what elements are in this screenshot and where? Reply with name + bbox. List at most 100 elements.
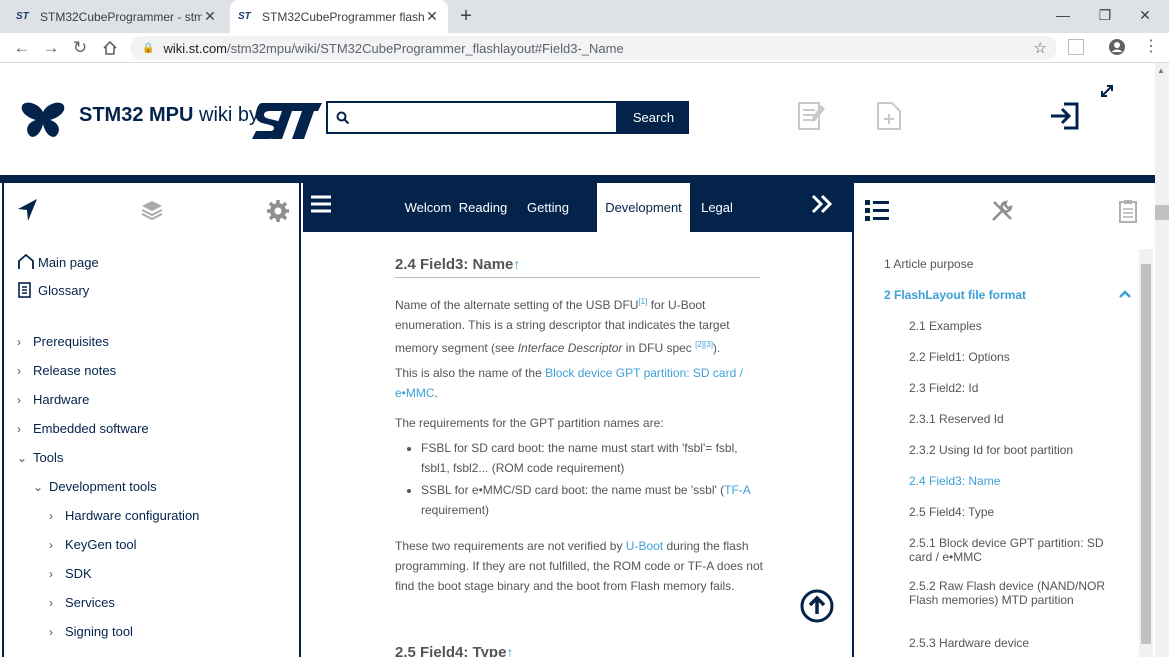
sidebar-item-signing-tool[interactable]: › Signing tool	[17, 617, 297, 646]
navigation-arrow-icon[interactable]	[17, 198, 39, 227]
scroll-up-arrow-icon[interactable]: ▲	[1157, 66, 1165, 75]
toc-item[interactable]: 2.1 Examples	[909, 319, 982, 333]
new-page-icon[interactable]	[876, 101, 902, 136]
center-tab-bar	[303, 183, 852, 232]
sidebar-item-hardware-configuration[interactable]: › Hardware configuration	[17, 501, 297, 530]
double-chevron-right-icon[interactable]	[811, 194, 833, 219]
list-toc-icon[interactable]	[865, 199, 889, 226]
home-icon	[18, 254, 34, 269]
login-icon[interactable]	[1050, 101, 1080, 136]
site-title[interactable]: STM32 MPU wiki by	[79, 104, 259, 127]
sidebar-item-release-notes[interactable]: › Release notes	[17, 356, 297, 385]
toc-scrollbar-thumb[interactable]	[1141, 264, 1151, 644]
layers-icon[interactable]	[140, 199, 164, 226]
toc-item-active-section[interactable]: 2 FlashLayout file format	[884, 288, 1026, 302]
search-input[interactable]	[326, 101, 618, 134]
tab-getting[interactable]: Getting	[520, 183, 576, 232]
text: requirement)	[421, 503, 490, 517]
scroll-to-top-button[interactable]	[799, 588, 835, 629]
list-item: SSBL for e•MMC/SD card boot: the name mu…	[421, 480, 763, 520]
close-tab-icon[interactable]: ✕	[424, 8, 440, 25]
chevron-right-icon: ›	[49, 537, 53, 552]
text: This is also the name of the	[395, 366, 546, 380]
toc-item[interactable]: 2.5 Field4: Type	[909, 505, 994, 519]
st-favicon-icon: ST	[238, 11, 251, 22]
sidebar-item-main-page[interactable]: Main page	[17, 253, 99, 271]
heading-anchor-arrow-icon[interactable]: ↑	[506, 644, 513, 657]
url-domain: wiki.st.com	[163, 40, 228, 56]
tf-a-link[interactable]: TF-A	[724, 483, 750, 497]
home-button[interactable]	[96, 33, 124, 63]
heading-anchor-arrow-icon[interactable]: ↑	[513, 256, 520, 272]
chevron-right-icon: ›	[49, 595, 53, 610]
hamburger-menu-icon[interactable]	[311, 195, 331, 218]
extension-icon[interactable]	[1068, 39, 1084, 55]
sidebar-item-tools[interactable]: ⌄ Tools	[17, 443, 297, 472]
sidebar-item-sdk[interactable]: › SDK	[17, 559, 297, 588]
sidebar-item-keygen-tool[interactable]: › KeyGen tool	[17, 530, 297, 559]
bookmark-star-icon[interactable]: ☆	[1034, 39, 1047, 57]
tools-icon[interactable]	[990, 199, 1014, 228]
list-item: FSBL for SD card boot: the name must sta…	[421, 438, 763, 478]
sidebar-item-label: KeyGen tool	[65, 537, 137, 552]
toc-item[interactable]: 2.2 Field1: Options	[909, 350, 1010, 364]
sidebar-item-hardware[interactable]: › Hardware	[17, 385, 297, 414]
toc-item[interactable]: 2.5.2 Raw Flash device (NAND/NOR Flash m…	[909, 579, 1124, 607]
butterfly-logo-icon[interactable]	[20, 100, 66, 145]
new-tab-button[interactable]: +	[455, 4, 477, 28]
reload-button[interactable]: ↻	[66, 33, 94, 63]
minimize-button[interactable]: —	[1040, 0, 1086, 30]
browser-tab[interactable]: ST STM32CubeProgrammer - stm32 ✕	[8, 0, 226, 33]
st-favicon-icon: ST	[16, 11, 29, 22]
u-boot-link[interactable]: U-Boot	[626, 539, 663, 553]
chevron-right-icon: ›	[49, 624, 53, 639]
tab-reading[interactable]: Reading	[456, 183, 510, 232]
menu-kebab-icon[interactable]: ⋮	[1143, 36, 1159, 56]
browser-tab-active[interactable]: ST STM32CubeProgrammer flashlay ✕	[230, 0, 448, 33]
toc-item[interactable]: 2.3.1 Reserved Id	[909, 412, 1004, 426]
toc-item-current[interactable]: 2.4 Field3: Name	[909, 474, 1000, 488]
toc-item[interactable]: 2.3.2 Using Id for boot partition	[909, 443, 1073, 457]
tab-title: STM32CubeProgrammer flashlay	[262, 9, 424, 24]
toc-item[interactable]: 1 Article purpose	[884, 257, 973, 271]
search-button[interactable]: Search	[618, 101, 689, 134]
page-scrollbar-thumb[interactable]	[1155, 205, 1169, 220]
edit-page-icon[interactable]	[797, 101, 827, 136]
window-close-button[interactable]: ✕	[1122, 0, 1168, 30]
fullscreen-icon[interactable]	[1100, 84, 1114, 103]
chevron-right-icon: ›	[17, 363, 21, 378]
gear-icon[interactable]	[266, 199, 290, 228]
tab-development[interactable]: Development	[597, 183, 690, 232]
account-icon[interactable]	[1108, 38, 1126, 61]
toc-item[interactable]: 2.3 Field2: Id	[909, 381, 978, 395]
sidebar-item-prerequisites[interactable]: › Prerequisites	[17, 327, 297, 356]
toc-item[interactable]: 2.5.3 Hardware device	[909, 636, 1029, 650]
address-bar[interactable]: 🔒 wiki.st.com/stm32mpu/wiki/STM32CubePro…	[130, 36, 1057, 60]
page-scrollbar[interactable]	[1155, 63, 1169, 657]
tab-welcome[interactable]: Welcom	[400, 183, 456, 232]
chevron-down-icon: ⌄	[17, 450, 28, 465]
chevron-right-icon: ›	[49, 508, 53, 523]
chevron-right-icon: ›	[17, 334, 21, 349]
tab-legal[interactable]: Legal	[694, 183, 740, 232]
toc-item[interactable]: 2.5.1 Block device GPT partition: SD car…	[909, 536, 1129, 564]
text: SSBL for e•MMC/SD card boot: the name mu…	[421, 483, 725, 497]
reference-link[interactable]: [2][3]	[695, 340, 713, 349]
sidebar-item-development-tools[interactable]: ⌄ Development tools	[17, 472, 297, 501]
sidebar-tree: › Prerequisites › Release notes › Hardware …	[17, 327, 297, 646]
sidebar-item-label: SDK	[65, 566, 92, 581]
text: These two requirements are not verified …	[395, 539, 626, 553]
sidebar-item-services[interactable]: › Services	[17, 588, 297, 617]
back-button[interactable]: ←	[8, 33, 36, 63]
clipboard-icon[interactable]	[1118, 199, 1138, 228]
paragraph-verification: These two requirements are not verified …	[395, 536, 763, 596]
sidebar-item-label: Hardware	[33, 392, 90, 407]
close-tab-icon[interactable]: ✕	[202, 8, 218, 25]
heading-text: 2.4 Field3: Name	[395, 256, 514, 273]
chevron-up-icon[interactable]	[1118, 286, 1132, 304]
sidebar-item-embedded-software[interactable]: › Embedded software	[17, 414, 297, 443]
url-path: /stm32mpu/wiki/STM32CubeProgrammer_flash…	[227, 40, 624, 56]
sidebar-item-glossary[interactable]: Glossary	[17, 281, 89, 299]
requirements-list: FSBL for SD card boot: the name must sta…	[395, 438, 763, 520]
forward-button[interactable]: →	[37, 33, 65, 63]
